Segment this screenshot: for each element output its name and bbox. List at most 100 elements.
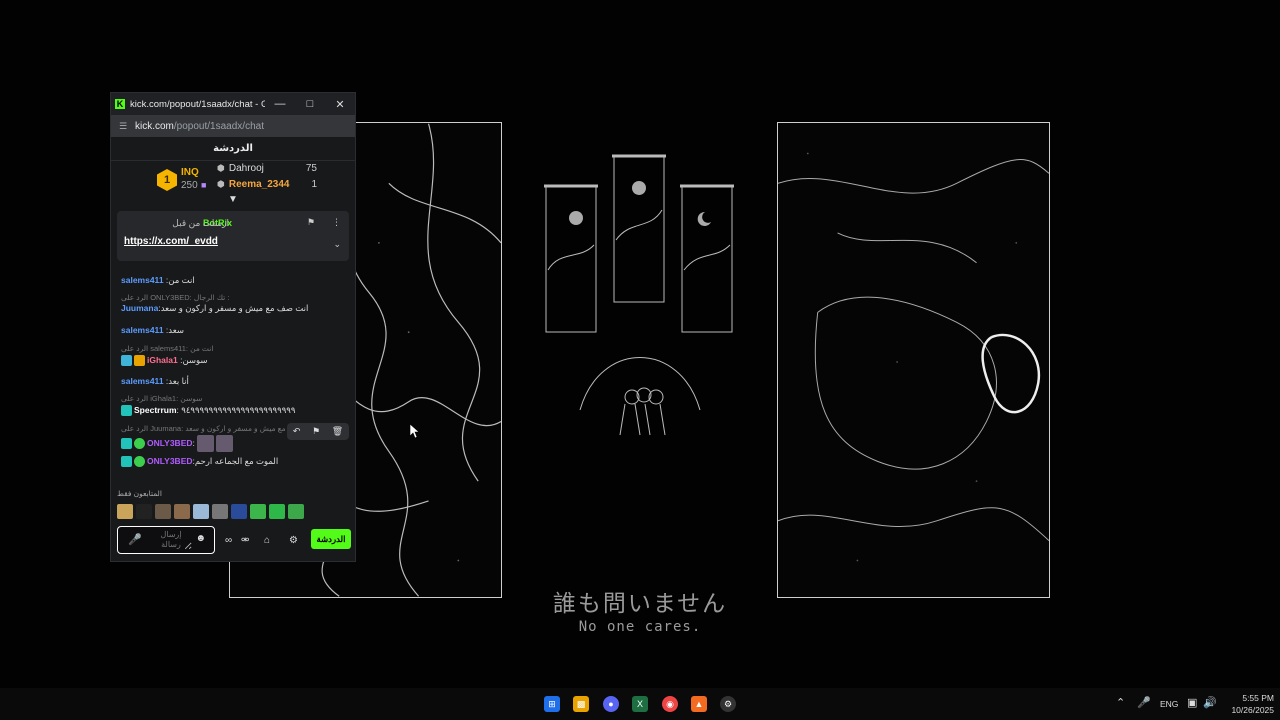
store-icon[interactable]: ⌂ [264, 535, 270, 546]
chat-messages[interactable]: salems411 :انت من الرد على ONLY3BED: تك ا… [111, 275, 355, 505]
window-titlebar[interactable]: K kick.com/popout/1saadx/chat - Goo... —… [111, 93, 355, 115]
rank-badge: 1 [157, 169, 177, 191]
user-badge-icon [134, 355, 145, 367]
chat-message[interactable]: salems411 :سعد [121, 325, 347, 336]
minimize-icon[interactable]: — [265, 93, 295, 115]
emote[interactable] [136, 504, 152, 519]
emote-section-label: المتابعون فقط [117, 489, 162, 498]
maximize-icon[interactable]: □ [295, 93, 325, 115]
gift-leaderboard[interactable]: 1 INQ 250 ■ ⬢ Dahrooj 75 ⬢ Reema_2344 1 … [111, 161, 355, 205]
chat-username[interactable]: salems411 [121, 325, 164, 335]
leaderboard-row[interactable]: ⬢ Reema_2344 1 [217, 179, 317, 190]
chat-message-text: :سعد [163, 325, 184, 335]
pin-icon[interactable]: ⚑ [307, 217, 315, 228]
chat-username[interactable]: salems411 [121, 376, 164, 386]
volume-icon[interactable]: 🔊 [1203, 696, 1217, 709]
chat-message[interactable]: Juumana:انت صف مع ميش و مسفر و اركون و س… [121, 303, 347, 314]
wallpaper-art-right [777, 122, 1050, 598]
message-hover-toolbar[interactable]: ↶ ⚑ 🗑 [287, 423, 349, 440]
chevron-up-icon[interactable]: ⌃ [1116, 696, 1125, 709]
leaderboard-top-name[interactable]: INQ [181, 167, 199, 178]
chat-message[interactable]: ONLY3BED:الموت مع الجماعه ارحم [121, 456, 347, 468]
url-path: /popout/1saadx/chat [173, 120, 264, 132]
close-icon[interactable]: ✕ [325, 93, 355, 115]
clock-time[interactable]: 5:55 PM [1230, 693, 1274, 703]
user-badge-icon [121, 405, 132, 417]
chat-username[interactable]: ONLY3BED [147, 438, 193, 448]
quick-emote-row[interactable] [117, 504, 304, 519]
chat-username[interactable]: iGhala1 [147, 355, 178, 365]
discord-icon[interactable]: ● [603, 696, 619, 712]
pinned-meta: ارسلت من قبل [172, 218, 229, 228]
chrome-icon[interactable]: ◉ [662, 696, 678, 712]
emote[interactable] [155, 504, 171, 519]
leaderboard-row[interactable]: ⬢ Dahrooj 75 [217, 163, 317, 174]
delete-icon[interactable]: 🗑 [332, 426, 343, 437]
leaderboard-row-name: Dahrooj [228, 163, 264, 174]
chevron-down-icon[interactable]: ⌄ [333, 239, 341, 250]
pinned-link[interactable]: https://x.com/_evdd [124, 236, 218, 247]
emote[interactable] [231, 504, 247, 519]
file-explorer-icon[interactable]: ▩ [573, 696, 589, 712]
chat-emote [196, 435, 214, 452]
leaderboard-row-name: Reema_2344 [228, 179, 290, 190]
chat-message-text: :انت من [163, 275, 195, 285]
emote[interactable] [250, 504, 266, 519]
chat-header-title: الدردشة [111, 137, 355, 161]
emote[interactable] [117, 504, 133, 519]
reply-context[interactable]: الرد على iGhala1: سوسن [121, 393, 347, 403]
chat-input-box[interactable]: 🎤 ☻ [117, 526, 215, 554]
chat-message[interactable]: iGhala1 :سوسن [121, 355, 347, 367]
emote[interactable] [174, 504, 190, 519]
kick-logo-icon: K [115, 99, 125, 109]
app-icon[interactable]: ▲ [691, 696, 707, 712]
emote[interactable] [269, 504, 285, 519]
url-host: kick.com [135, 120, 174, 132]
reply-context[interactable]: الرد على salems411: انت من [121, 343, 347, 353]
send-chat-button[interactable]: الدردشة [311, 529, 351, 549]
wallpaper-center-illustration [544, 154, 734, 436]
chat-username[interactable]: ONLY3BED [147, 456, 193, 466]
start-button-icon[interactable]: ⊞ [544, 696, 560, 712]
share-icon[interactable]: ⚮ [241, 535, 249, 546]
reply-context-text: الرد على iGhala1: سوسن [121, 394, 203, 403]
infinity-icon[interactable]: ∞ [225, 535, 232, 546]
window-title: kick.com/popout/1saadx/chat - Goo... [130, 98, 265, 110]
chat-message-text: :أنا بعد [163, 376, 189, 386]
site-info-icon[interactable]: ☰ [119, 121, 129, 132]
gear-icon[interactable]: ⚙ [289, 535, 298, 546]
more-options-icon[interactable]: ⋮ [332, 217, 341, 228]
chat-message-input[interactable] [150, 530, 192, 550]
emote[interactable] [193, 504, 209, 519]
hexagon-badge-icon: ⬢ [217, 179, 225, 189]
expand-leaderboard-icon[interactable]: ▼ [111, 194, 355, 205]
reply-icon[interactable]: ↶ [293, 426, 301, 437]
chat-message-text: : [192, 437, 195, 448]
user-badge-icon [121, 456, 132, 468]
microphone-tray-icon[interactable]: 🎤 [1137, 696, 1151, 709]
reply-context-text: الرد على ONLY3BED: تك الرجال : [121, 293, 230, 302]
emote[interactable] [288, 504, 304, 519]
emoji-icon[interactable]: ☻ [195, 533, 206, 544]
pin-icon[interactable]: ⚑ [312, 426, 320, 437]
chat-message[interactable]: salems411 :أنا بعد [121, 376, 347, 387]
chat-message[interactable]: salems411 :انت من [121, 275, 347, 286]
pinned-message[interactable]: BotRix ارسلت من قبل ⚑ ⋮ https://x.com/_e… [117, 211, 349, 261]
network-icon[interactable]: ▣ [1187, 696, 1197, 709]
chat-popout-window[interactable]: K kick.com/popout/1saadx/chat - Goo... —… [110, 92, 356, 562]
reply-context[interactable]: الرد على ONLY3BED: تك الرجال : [121, 292, 347, 302]
chat-username[interactable]: Juumana [121, 303, 158, 313]
emote[interactable] [212, 504, 228, 519]
clock-date[interactable]: 10/26/2025 [1222, 705, 1274, 715]
gift-icon: ■ [201, 180, 207, 190]
address-bar[interactable]: ☰ kick.com/popout/1saadx/chat [111, 115, 355, 137]
excel-icon[interactable]: X [632, 696, 648, 712]
language-indicator[interactable]: ENG [1160, 699, 1178, 709]
settings-app-icon[interactable]: ⚙ [720, 696, 736, 712]
microphone-icon[interactable]: 🎤 [128, 533, 142, 546]
chat-username[interactable]: Spectrrum [134, 405, 177, 415]
chat-username[interactable]: salems411 [121, 275, 164, 285]
marble-pattern-right [778, 152, 1049, 562]
chat-message[interactable]: Spectrrum: ٩٤٩٩٩٩٩٩٩٩٩٩٩٩٩٩٩٩٩٩٩٩٩٩٩ [121, 405, 347, 417]
taskbar[interactable]: ⊞ ▩ ● X ◉ ▲ ⚙ ⌃ 🎤 ENG ▣ 🔊 5:55 PM 10/26/… [0, 688, 1280, 720]
